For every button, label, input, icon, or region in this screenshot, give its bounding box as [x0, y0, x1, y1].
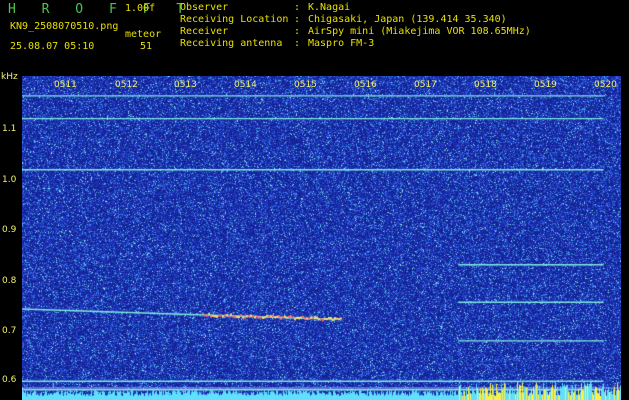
x-tick-label: 0516 [354, 80, 377, 90]
x-tick-label: 0517 [414, 80, 437, 90]
y-tick-label: 0.7 [2, 326, 17, 336]
y-tick-label: 0.9 [2, 225, 17, 235]
x-tick-label: 0511 [54, 80, 77, 90]
spectrogram-canvas [22, 76, 621, 400]
x-tick-label: 0519 [534, 80, 557, 90]
info-value: Maspro FM-3 [308, 38, 375, 49]
info-row-antenna: Receiving antenna: Maspro FM-3 [180, 38, 375, 49]
x-tick-label: 0513 [174, 80, 197, 90]
info-value: K.Nagai [308, 2, 351, 13]
x-tick-label: 0514 [234, 80, 257, 90]
y-tick-label: 1.0 [2, 175, 17, 185]
info-row-location: Receiving Location: Chigasaki, Japan (13… [180, 14, 507, 25]
x-tick-label: 0512 [115, 80, 138, 90]
y-axis-unit: kHz [1, 72, 18, 82]
meteor-label: meteor [125, 29, 162, 40]
y-tick-label: 1.1 [2, 124, 17, 134]
info-key: Observer [180, 2, 229, 13]
image-filename: KN9_2508070510.png [10, 21, 119, 32]
header-panel: H R O F F T 1.00f KN9_2508070510.png met… [0, 0, 629, 76]
spectrogram-plot [22, 76, 621, 400]
info-key: Receiving antenna [180, 38, 283, 49]
info-value: AirSpy mini (Miakejima VOR 108.65MHz) [308, 26, 531, 37]
info-key: Receiver [180, 26, 229, 37]
x-tick-label: 0515 [294, 80, 317, 90]
x-tick-label: 0520 [594, 80, 617, 90]
observation-info: Observer: K.Nagai Receiving Location: Ch… [180, 2, 531, 50]
y-tick-label: 0.8 [2, 276, 17, 286]
y-tick-label: 0.6 [2, 375, 17, 385]
info-value: Chigasaki, Japan (139.414 35.340) [308, 14, 507, 25]
info-row-receiver: Receiver: AirSpy mini (Miakejima VOR 108… [180, 26, 531, 37]
observation-timestamp: 25.08.07 05:10 [10, 41, 95, 52]
info-key: Receiving Location [180, 14, 289, 25]
app-version: 1.00f [125, 3, 156, 14]
meteor-count: 51 [140, 41, 153, 52]
x-tick-label: 0518 [474, 80, 497, 90]
app-brand: H R O F F T [8, 2, 194, 17]
info-row-observer: Observer: K.Nagai [180, 2, 351, 13]
